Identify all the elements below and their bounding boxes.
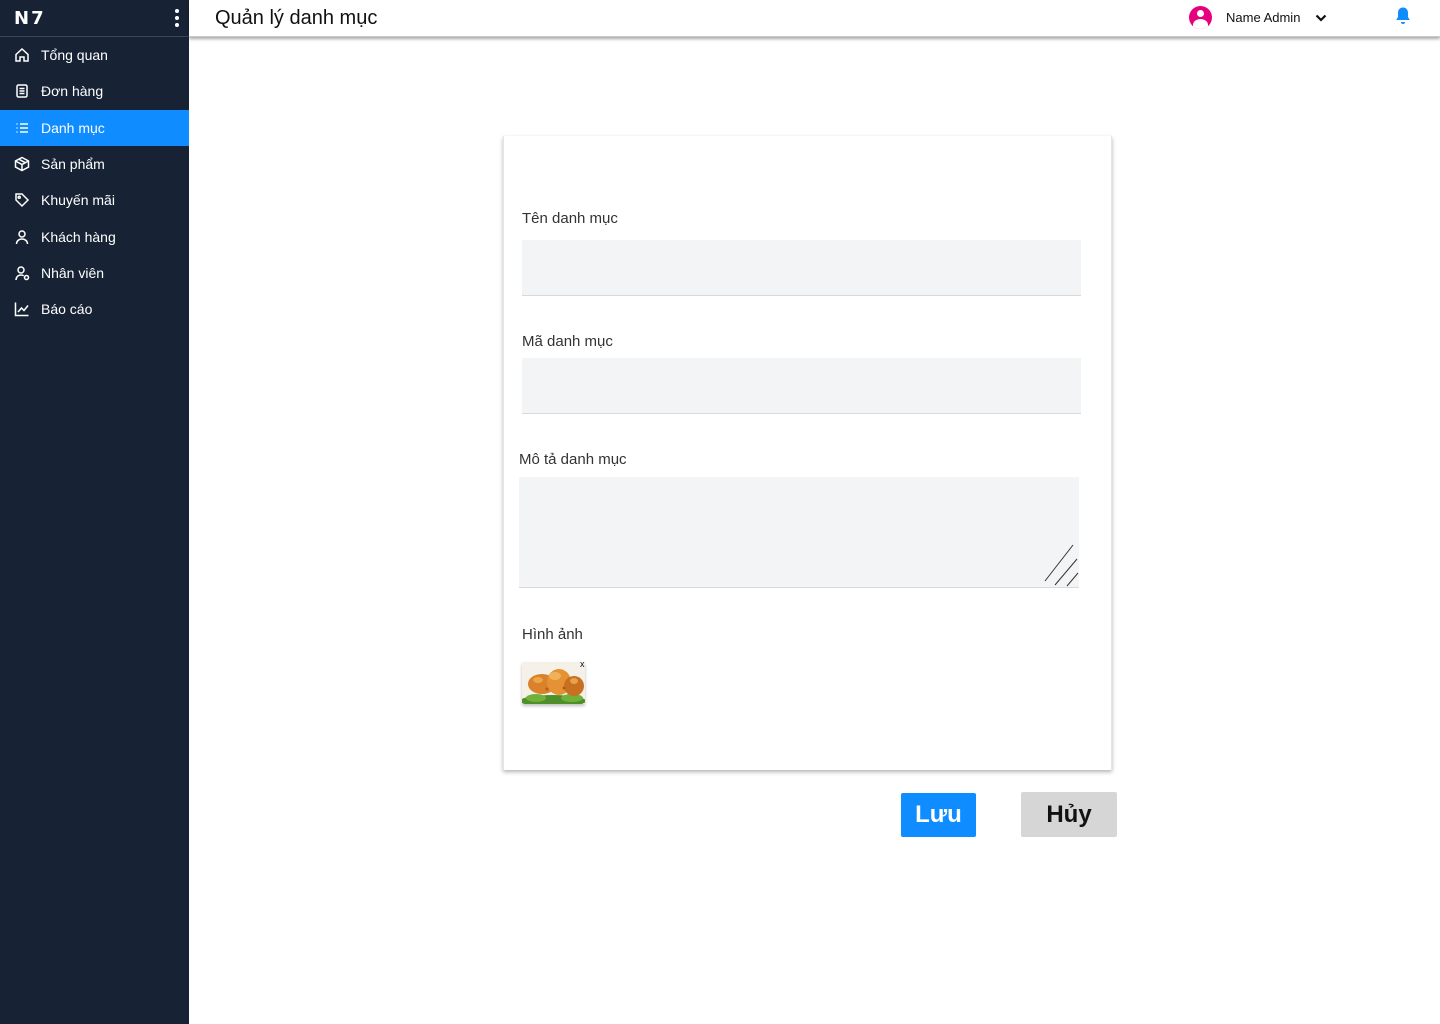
- category-form: Tên danh mục Mã danh mục Mô tả danh mục …: [503, 136, 1112, 770]
- sidebar-item-reports[interactable]: Báo cáo: [0, 291, 189, 327]
- page-title: Quản lý danh mục: [215, 7, 378, 29]
- user-name: Name Admin: [1226, 10, 1301, 25]
- sidebar-item-employees[interactable]: Nhân viên: [0, 255, 189, 291]
- sidebar-item-categories[interactable]: Danh mục: [0, 109, 189, 146]
- sidebar-item-overview[interactable]: Tổng quan: [0, 37, 189, 73]
- sidebar-item-promotions[interactable]: Khuyến mãi: [0, 182, 189, 218]
- chevron-down-icon: [1316, 14, 1327, 22]
- sidebar-item-label: Khuyến mãi: [41, 192, 115, 209]
- avatar: [1189, 6, 1212, 29]
- more-options-icon[interactable]: [171, 5, 183, 31]
- sidebar-item-label: Nhân viên: [41, 264, 105, 281]
- user-icon: [14, 229, 30, 245]
- remove-image-button[interactable]: x: [580, 660, 585, 669]
- bell-icon[interactable]: [1394, 6, 1412, 26]
- sidebar-header: N7: [0, 0, 189, 37]
- category-code-input[interactable]: [522, 358, 1081, 414]
- save-button[interactable]: Lưu: [901, 793, 976, 837]
- image-label: Hình ảnh: [522, 626, 583, 643]
- category-description-label: Mô tả danh mục: [519, 451, 627, 468]
- chart-line-icon: [14, 301, 30, 317]
- sidebar-item-orders[interactable]: Đơn hàng: [0, 73, 189, 109]
- user-badge-icon: [14, 265, 30, 281]
- box-icon: [14, 156, 30, 172]
- cancel-button[interactable]: Hủy: [1021, 792, 1117, 837]
- sidebar: N7 Tổng quan Đơn hàng Danh mục Sản phẩm …: [0, 0, 189, 1024]
- sidebar-item-label: Danh mục: [41, 119, 105, 136]
- sidebar-item-customers[interactable]: Khách hàng: [0, 218, 189, 254]
- category-code-label: Mã danh mục: [522, 333, 613, 350]
- tag-icon: [14, 192, 30, 208]
- sidebar-item-label: Tổng quan: [41, 47, 108, 64]
- sidebar-item-label: Sản phẩm: [41, 156, 105, 173]
- list-icon: [14, 120, 30, 136]
- sidebar-item-label: Khách hàng: [41, 228, 116, 245]
- home-icon: [14, 47, 30, 63]
- resize-handle-icon[interactable]: [1043, 543, 1079, 587]
- category-name-label: Tên danh mục: [522, 210, 618, 227]
- category-image-thumbnail: [522, 662, 585, 704]
- top-bar: Quản lý danh mục Name Admin: [189, 0, 1440, 37]
- document-icon: [14, 83, 30, 99]
- sidebar-item-products[interactable]: Sản phẩm: [0, 146, 189, 182]
- category-description-input[interactable]: [519, 477, 1079, 588]
- category-name-input[interactable]: [522, 240, 1081, 296]
- user-menu[interactable]: Name Admin: [1189, 6, 1328, 29]
- sidebar-item-label: Đơn hàng: [41, 83, 104, 100]
- sidebar-item-label: Báo cáo: [41, 301, 93, 318]
- sidebar-nav: Tổng quan Đơn hàng Danh mục Sản phẩm Khu…: [0, 37, 189, 327]
- logo: N7: [14, 7, 46, 29]
